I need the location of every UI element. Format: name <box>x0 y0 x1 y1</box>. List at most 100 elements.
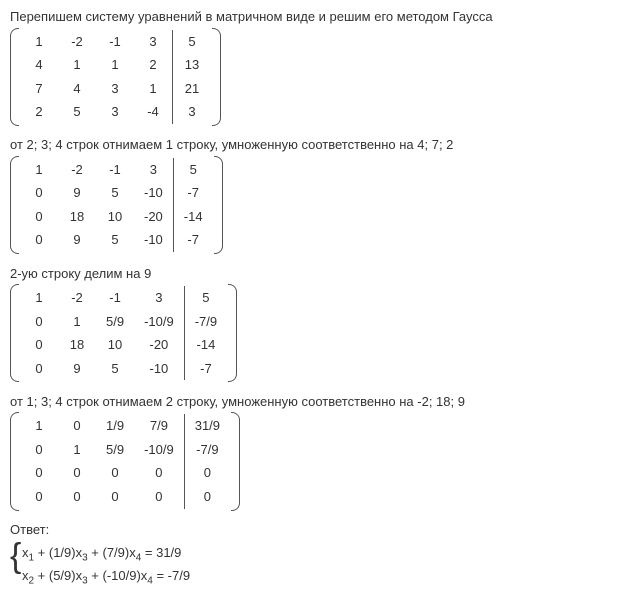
matrix-cell: -2 <box>58 158 96 182</box>
matrix-cell: 9 <box>58 357 96 381</box>
matrix-cell: 5 <box>96 181 134 205</box>
step-text-4: от 1; 3; 4 строк отнимаем 2 строку, умно… <box>10 393 633 411</box>
matrix-cell: 0 <box>96 485 134 509</box>
matrix-cell-aug: 0 <box>184 485 230 509</box>
matrix-cell: 0 <box>20 485 58 509</box>
matrix-cell: 9 <box>58 181 96 205</box>
table-row: 0 0 0 0 0 <box>20 461 230 485</box>
matrix-cell: 1/9 <box>96 414 134 438</box>
matrix-cell: -20 <box>134 333 184 357</box>
eq-text: + (-10/9)x <box>88 568 148 583</box>
matrix-cell: -10 <box>134 228 173 252</box>
paren-left-icon <box>10 28 19 126</box>
matrix-cell: -1 <box>96 286 134 310</box>
eq-text: + (5/9)x <box>34 568 82 583</box>
matrix-cell: -4 <box>134 100 173 124</box>
answer-label: Ответ: <box>10 521 633 539</box>
eq-text: = 31/9 <box>141 545 181 560</box>
eq-text: + (7/9)x <box>88 545 136 560</box>
matrix-cell: 10 <box>96 205 134 229</box>
matrix-cell-aug: 21 <box>173 77 212 101</box>
matrix-cell: 0 <box>58 461 96 485</box>
table-row: 0 9 5 -10 -7 <box>20 357 227 381</box>
matrix-cell: 3 <box>96 77 134 101</box>
matrix-cell-aug: -14 <box>173 205 212 229</box>
matrix-cell: -10 <box>134 181 173 205</box>
matrix-cell-aug: 13 <box>173 53 212 77</box>
matrix-cell-aug: 5 <box>184 286 227 310</box>
matrix-cell-aug: 0 <box>184 461 230 485</box>
paren-left-icon <box>10 284 19 382</box>
paren-right-icon <box>228 284 237 382</box>
table-row: 0 9 5 -10 -7 <box>20 181 213 205</box>
matrix-cell: 4 <box>58 77 96 101</box>
matrix-cell: 5 <box>58 100 96 124</box>
eq-text: = -7/9 <box>153 568 190 583</box>
matrix-cell-aug: -7 <box>173 181 212 205</box>
matrix-cell: 2 <box>134 53 173 77</box>
matrix-cell: 0 <box>20 310 58 334</box>
table-row: 0 0 0 0 0 <box>20 485 230 509</box>
matrix-cell: 1 <box>96 53 134 77</box>
table-row: 0 1 5/9 -10/9 -7/9 <box>20 438 230 462</box>
matrix-cell: 0 <box>20 205 58 229</box>
matrix-cell: 3 <box>134 158 173 182</box>
matrix-cell: -10/9 <box>134 310 184 334</box>
matrix-cell-aug: 5 <box>173 158 212 182</box>
matrix-cell: 0 <box>96 461 134 485</box>
equation-2: x2 + (5/9)x3 + (-10/9)x4 = -7/9 <box>22 566 190 589</box>
eq-text: + (1/9)x <box>34 545 82 560</box>
matrix-cell: -20 <box>134 205 173 229</box>
matrix-cell: 1 <box>20 30 58 54</box>
matrix-cell: 0 <box>20 181 58 205</box>
paren-right-icon <box>231 412 240 510</box>
matrix-cell-aug: 31/9 <box>184 414 230 438</box>
matrix-cell: 0 <box>134 461 184 485</box>
matrix-cell: 3 <box>134 30 173 54</box>
matrix-4: 1 0 1/9 7/9 31/9 0 1 5/9 -10/9 -7/9 0 0 … <box>10 414 240 508</box>
matrix-cell: 5 <box>96 357 134 381</box>
table-row: 1 -2 -1 3 5 <box>20 158 213 182</box>
matrix-cell: 9 <box>58 228 96 252</box>
matrix-cell: -1 <box>96 30 134 54</box>
table-row: 0 18 10 -20 -14 <box>20 205 213 229</box>
matrix-cell-aug: -7 <box>173 228 212 252</box>
table-row: 1 -2 -1 3 5 <box>20 286 227 310</box>
matrix-2: 1 -2 -1 3 5 0 9 5 -10 -7 0 18 10 -20 -14… <box>10 158 223 252</box>
solution-system: { x1 + (1/9)x3 + (7/9)x4 = 31/9 x2 + (5/… <box>10 543 190 589</box>
matrix-cell: 10 <box>96 333 134 357</box>
matrix-cell: 5 <box>96 228 134 252</box>
matrix-cell-aug: -7/9 <box>184 438 230 462</box>
step-text-2: от 2; 3; 4 строк отнимаем 1 строку, умно… <box>10 136 633 154</box>
matrix-cell: 7 <box>20 77 58 101</box>
table-row: 1 0 1/9 7/9 31/9 <box>20 414 230 438</box>
matrix-cell: 3 <box>134 286 184 310</box>
matrix-cell-aug: 3 <box>173 100 212 124</box>
matrix-cell: -2 <box>58 30 96 54</box>
step-text-1: Перепишем систему уравнений в матричном … <box>10 8 633 26</box>
table-row: 7 4 3 1 21 <box>20 77 211 101</box>
matrix-cell: 0 <box>20 461 58 485</box>
matrix-cell-aug: -7 <box>184 357 227 381</box>
matrix-cell: 2 <box>20 100 58 124</box>
matrix-cell: 0 <box>20 357 58 381</box>
matrix-cell: -1 <box>96 158 134 182</box>
paren-left-icon <box>10 412 19 510</box>
matrix-cell: 4 <box>20 53 58 77</box>
matrix-cell: 1 <box>20 158 58 182</box>
paren-left-icon <box>10 156 19 254</box>
step-text-3: 2-ую строку делим на 9 <box>10 265 633 283</box>
table-row: 0 1 5/9 -10/9 -7/9 <box>20 310 227 334</box>
matrix-cell: 1 <box>134 77 173 101</box>
matrix-cell-aug: -7/9 <box>184 310 227 334</box>
table-row: 4 1 1 2 13 <box>20 53 211 77</box>
matrix-1: 1 -2 -1 3 5 4 1 1 2 13 7 4 3 1 21 2 5 3 … <box>10 30 221 124</box>
matrix-cell: 18 <box>58 205 96 229</box>
matrix-cell: 1 <box>58 310 96 334</box>
matrix-cell: 1 <box>58 438 96 462</box>
matrix-3: 1 -2 -1 3 5 0 1 5/9 -10/9 -7/9 0 18 10 -… <box>10 286 237 380</box>
matrix-cell: 0 <box>58 414 96 438</box>
equation-1: x1 + (1/9)x3 + (7/9)x4 = 31/9 <box>22 543 190 566</box>
matrix-cell: 5/9 <box>96 438 134 462</box>
matrix-cell-aug: -14 <box>184 333 227 357</box>
